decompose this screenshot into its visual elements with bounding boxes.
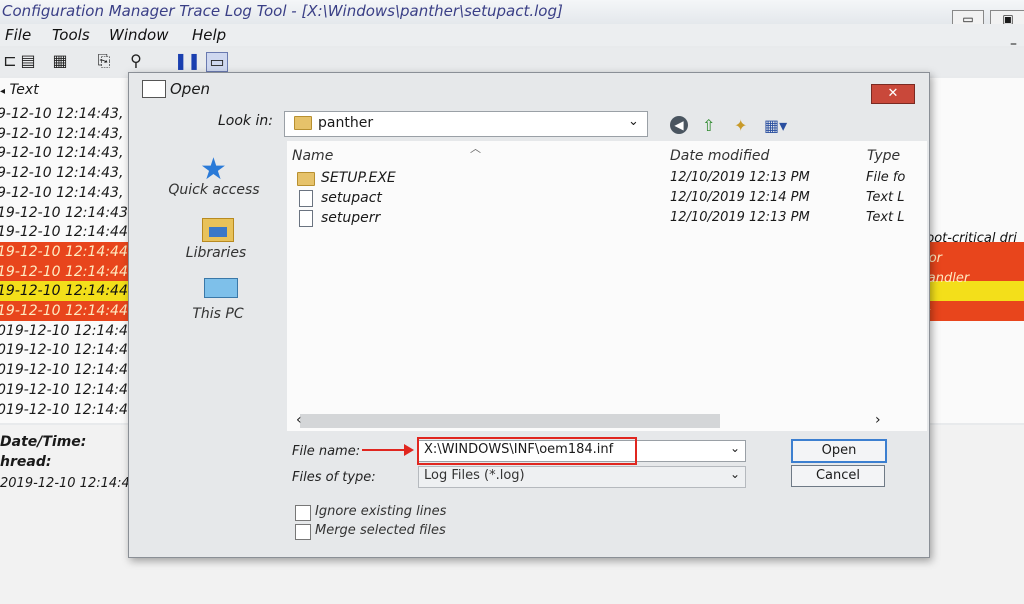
files-of-type-chevron-icon[interactable]: ⌄: [730, 467, 740, 481]
red-highlight-box: [417, 437, 637, 465]
files-of-type-value: Log Files (*.log): [424, 468, 525, 483]
app-title: Configuration Manager Trace Log Tool - […: [2, 2, 563, 20]
merge-selected-checkbox[interactable]: [295, 524, 311, 540]
column-label-text: Text: [9, 82, 39, 98]
datetime-label: Date/Time:: [0, 434, 87, 450]
scroll-left-icon[interactable]: ‹: [296, 412, 302, 428]
file-name[interactable]: setupact: [321, 190, 382, 206]
file-name-label: File name:: [292, 444, 361, 459]
red-arrow-icon: [404, 444, 414, 456]
file-name[interactable]: SETUP.EXE: [321, 170, 396, 186]
log-row-text: 9-12-10 12:14:43,: [0, 184, 124, 201]
copy-icon[interactable]: ⎘: [94, 52, 114, 70]
open-button[interactable]: Open: [791, 439, 887, 463]
log-column-header[interactable]: ◂ Text: [0, 82, 39, 98]
horizontal-scrollbar[interactable]: [300, 414, 720, 428]
menu-file[interactable]: File: [5, 26, 31, 44]
ignore-existing-checkbox[interactable]: [295, 505, 311, 521]
menu-tools[interactable]: Tools: [52, 26, 90, 44]
chevron-down-icon[interactable]: ⌄: [628, 114, 639, 129]
log-row-text: 9-12-10 12:14:43,: [0, 125, 124, 142]
file-type: Text L: [866, 190, 905, 205]
dialog-close-button[interactable]: ✕: [871, 84, 915, 104]
log-row-text: 019-12-10 12:14:44,: [0, 381, 142, 398]
computer-icon[interactable]: [204, 278, 238, 298]
window-icon[interactable]: ▭: [206, 52, 228, 72]
print-preview-icon[interactable]: ▤: [18, 52, 38, 70]
sort-up-icon: ︿: [470, 142, 481, 155]
ignore-existing-label: Ignore existing lines: [315, 504, 447, 519]
log-row-text: 019-12-10 12:14:44,: [0, 401, 142, 418]
cancel-button[interactable]: Cancel: [791, 465, 885, 487]
log-row-text: 019-12-10 12:14:44,: [0, 342, 142, 359]
log-row-text: 019-12-10 12:14:44,: [0, 362, 142, 379]
files-of-type-label: Files of type:: [292, 470, 376, 485]
open-icon[interactable]: ⊏: [0, 52, 20, 70]
printer-icon[interactable]: ▦: [50, 52, 70, 70]
document-icon: [299, 210, 313, 227]
log-row-text: 19-12-10 12:14:43,: [0, 204, 133, 221]
file-name-dropdown-icon[interactable]: ⌄: [730, 441, 740, 455]
file-type: Text L: [866, 210, 905, 225]
dialog-title: Open: [170, 80, 211, 98]
merge-selected-label: Merge selected files: [315, 523, 446, 538]
up-folder-icon[interactable]: ⇧: [702, 116, 715, 135]
column-date-modified[interactable]: Date modified: [670, 148, 769, 164]
file-name[interactable]: setuperr: [321, 210, 380, 226]
look-in-value: panther: [318, 115, 374, 131]
column-name[interactable]: Name: [292, 148, 333, 164]
log-row-text: 9-12-10 12:14:43,: [0, 165, 124, 182]
menu-help[interactable]: Help: [192, 26, 226, 44]
document-icon: [299, 190, 313, 207]
menu-window[interactable]: Window: [109, 26, 168, 44]
thread-label: hread:: [0, 454, 52, 470]
log-row-text: 19-12-10 12:14:44,: [0, 283, 133, 300]
find-icon[interactable]: ⚲: [126, 52, 146, 70]
place-libraries[interactable]: Libraries: [156, 245, 276, 261]
log-row-text: 19-12-10 12:14:44,: [0, 224, 133, 241]
log-row-text: 19-12-10 12:14:44,: [0, 303, 133, 319]
log-row-text: 9-12-10 12:14:43,: [0, 145, 124, 162]
dialog-app-icon: [142, 80, 166, 98]
scroll-right-icon[interactable]: ›: [875, 412, 881, 428]
look-in-label: Look in:: [218, 113, 273, 129]
places-bar: ★ Quick access Libraries This PC: [148, 140, 284, 440]
place-quick-access[interactable]: Quick access: [154, 182, 274, 198]
view-menu-icon[interactable]: ▦▾: [764, 116, 787, 135]
place-this-pc[interactable]: This PC: [158, 306, 278, 322]
folder-icon: [297, 172, 315, 186]
file-date: 12/10/2019 12:13 PM: [670, 170, 810, 185]
file-date: 12/10/2019 12:13 PM: [670, 210, 810, 225]
back-icon[interactable]: ◀: [670, 116, 688, 134]
file-type: File fo: [866, 170, 906, 185]
datetime-value: 2019-12-10 12:14:43,: [0, 476, 143, 491]
log-row-text: 19-12-10 12:14:44,: [0, 263, 133, 280]
column-type[interactable]: Type: [867, 148, 900, 164]
libraries-icon[interactable]: [202, 218, 234, 242]
pause-icon[interactable]: ❚❚: [174, 52, 201, 70]
log-row-text: 19-12-10 12:14:44,: [0, 243, 133, 260]
file-date: 12/10/2019 12:14 PM: [670, 190, 810, 205]
log-row-text: 9-12-10 12:14:43,: [0, 106, 124, 122]
folder-icon: [294, 116, 312, 130]
new-folder-icon[interactable]: ✦: [734, 116, 747, 135]
log-text-boot: boot-critical dri: [918, 231, 1017, 246]
log-row-text: 019-12-10 12:14:44,: [0, 322, 142, 339]
